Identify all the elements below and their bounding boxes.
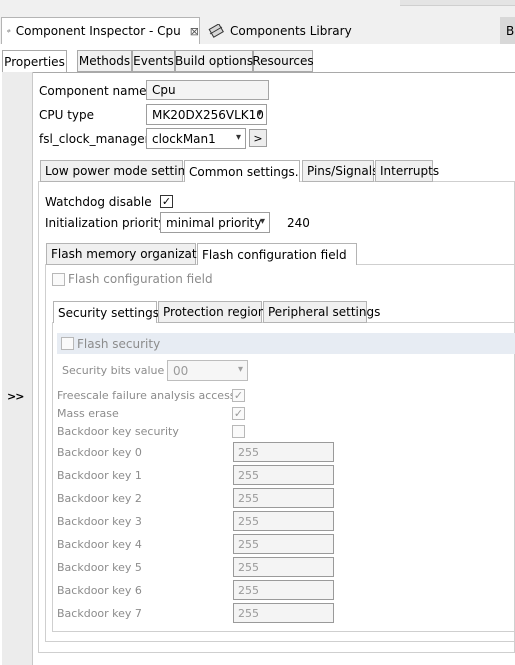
tab-label: Ba [506,23,515,38]
expand-toggle[interactable]: >> [7,390,24,403]
chevron-down-icon: ▾ [256,108,262,119]
component-icon [7,29,11,33]
flash-config-checkbox[interactable] [52,273,65,286]
clock-manager-goto-button[interactable]: > [249,129,267,147]
init-priority-value: 240 [287,216,310,230]
tab-pins-signals[interactable]: Pins/Signals [302,160,378,182]
tab-label: Component Inspector - Cpu [15,24,181,38]
clock-manager-select[interactable]: clockMan1 ▾ [146,128,246,149]
backdoor-key-field[interactable]: 255 [233,465,334,485]
freescale-access-checkbox[interactable]: ✓ [232,389,245,402]
backdoor-key-label: Backdoor key 2 [57,492,142,505]
backdoor-security-label: Backdoor key security [57,425,179,438]
mass-erase-checkbox[interactable]: ✓ [232,407,245,420]
tab-label: Components Library [230,23,352,38]
security-bits-select[interactable]: 00 ▾ [167,360,248,381]
component-icon [208,23,224,38]
cpu-type-select[interactable]: MK20DX256VLK10 ▾ [146,104,267,125]
tab-build-options[interactable]: Build options [175,50,253,72]
tab-protection-regions[interactable]: Protection regions [158,301,272,323]
backdoor-key-label: Backdoor key 1 [57,469,142,482]
backdoor-key-field[interactable]: 255 [233,442,334,462]
tab-flash-configuration-field[interactable]: Flash configuration field [197,243,357,265]
toolbar-strip [400,0,515,6]
backdoor-key-label: Backdoor key 6 [57,584,142,597]
tab-flash-memory-organization[interactable]: Flash memory organization [46,243,215,265]
backdoor-key-label: Backdoor key 5 [57,561,142,574]
mass-erase-label: Mass erase [57,407,119,420]
tab-common-settings[interactable]: Common settings. [184,160,300,182]
backdoor-key-label: Backdoor key 7 [57,607,142,620]
chevron-down-icon: ▾ [259,216,265,227]
cpu-type-label: CPU type [39,108,95,122]
clock-manager-label: fsl_clock_manager [39,132,150,146]
init-priority-select[interactable]: minimal priority ▾ [160,212,270,233]
flash-config-label: Flash configuration field [68,272,213,286]
freescale-access-label: Freescale failure analysis access [57,389,236,402]
backdoor-key-field[interactable]: 255 [233,488,334,508]
tab-component-inspector[interactable]: Component Inspector - Cpu ⊠ [1,17,200,44]
tab-components-library[interactable]: Components Library [203,17,353,44]
backdoor-key-label: Backdoor key 3 [57,515,142,528]
backdoor-key-label: Backdoor key 0 [57,446,142,459]
chevron-down-icon: ▾ [235,132,241,143]
tab-overflow[interactable]: Ba [500,17,515,44]
tab-peripheral-settings[interactable]: Peripheral settings [263,301,380,323]
tab-interrupts[interactable]: Interrupts [375,160,439,182]
backdoor-key-field[interactable]: 255 [233,580,334,600]
tab-low-power-mode[interactable]: Low power mode settings [40,160,199,182]
component-name-label: Component name [39,84,147,98]
tab-events[interactable]: Events [132,50,175,72]
backdoor-key-field[interactable]: 255 [233,557,334,577]
tab-properties[interactable]: Properties [2,50,67,73]
watchdog-label: Watchdog disable [45,195,152,209]
backdoor-key-label: Backdoor key 4 [57,538,142,551]
tab-security-settings[interactable]: Security settings [53,301,159,323]
watchdog-checkbox[interactable]: ✓ [160,195,173,208]
close-icon[interactable]: ⊠ [190,25,199,38]
init-priority-label: Initialization priority [45,216,166,230]
backdoor-key-field[interactable]: 255 [233,511,334,531]
component-name-field[interactable]: Cpu [146,80,269,100]
flash-security-label: Flash security [77,337,161,351]
view-tabbar: Component Inspector - Cpu ⊠ Components L… [0,0,515,44]
backdoor-key-field[interactable]: 255 [233,603,334,623]
security-bits-label: Security bits value [62,364,165,377]
chevron-down-icon: ▾ [237,364,243,375]
flash-security-checkbox[interactable] [61,337,74,350]
tab-methods[interactable]: Methods [77,50,132,72]
backdoor-security-checkbox[interactable] [232,425,245,438]
left-rail [2,72,33,665]
tab-resources[interactable]: Resources [252,50,314,72]
backdoor-key-field[interactable]: 255 [233,534,334,554]
